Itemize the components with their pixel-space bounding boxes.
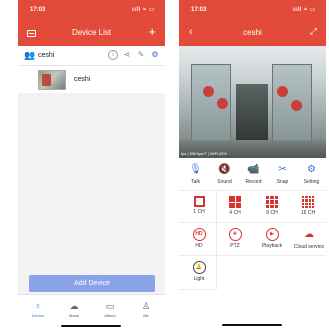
control-label: Cloud service [293,244,325,250]
nav-bar: Device List + [18,20,165,46]
stream-info: fps | 59Kbps/T | WiFi:25% [181,151,228,156]
1ch-button[interactable]: 1 CH [184,195,214,215]
control-panel: 🎙 Talk 🔇 Sound 📹 Record ✂ Snap ⚙ Setting… [179,158,326,331]
tab-label: Alarm [68,313,80,318]
tab-label: Album [104,313,116,318]
divider [179,289,217,290]
control-label: PTZ [230,243,240,249]
divider [179,222,326,223]
gear-icon: ⚙ [307,164,316,175]
page-title: Device List [71,28,112,37]
tab-me[interactable]: ♙ Me [134,301,158,318]
status-time: 17:03 [30,7,46,13]
grid-9-icon [266,196,278,208]
tab-device[interactable]: ♀ Device [26,301,50,318]
person-icon: ♙ [141,301,151,311]
control-label: 1 CH [193,209,205,215]
9ch-button[interactable]: 9 CH [257,195,287,216]
cloud-icon: ☁ [304,229,314,240]
lantern-decoration [203,86,214,97]
divider [179,255,326,256]
tab-album[interactable]: ▭ Album [98,301,122,318]
album-icon: ▭ [105,301,115,311]
tab-label: Device [31,313,45,318]
live-view-screen: 17:03 ııll ≈ ▭ ‹ ceshi ⤢ fps | 59Kbps/T … [179,0,326,331]
grid-16-icon [302,196,314,208]
page-title: ceshi [243,28,262,37]
gear-icon[interactable]: ⚙ [150,50,160,60]
control-label: Light [193,276,205,282]
sound-button[interactable]: 🔇 Sound [210,163,239,185]
setting-button[interactable]: ⚙ Setting [297,163,326,185]
16ch-button[interactable]: 16 CH [293,195,323,216]
ptz-button[interactable]: ✥ PTZ [220,228,250,249]
divider [179,190,326,191]
hallway [236,84,268,144]
home-indicator [61,325,121,327]
device-name: ceshi [74,76,91,83]
status-bar: 17:03 ııll ≈ ▭ [179,0,326,20]
control-label: 4 CH [229,210,241,216]
light-button[interactable]: 🔔 Light [184,261,214,282]
control-label: 16 CH [300,210,316,216]
fullscreen-icon[interactable]: ⤢ [310,26,317,37]
device-list-screen: 17:03 ııll ≈ ▭ Device List + 👥 ceshi i ⋖… [18,0,165,331]
cloud-service-button[interactable]: ☁ Cloud service [293,228,325,250]
control-label: HD [195,243,203,249]
control-label: Playback [261,243,283,249]
bell-icon: 🔔 [192,261,206,274]
share-icon[interactable]: ⋖ [122,50,132,60]
info-icon[interactable]: i [108,50,118,60]
ptz-icon: ✥ [228,228,242,241]
device-row[interactable]: ceshi [18,66,165,93]
snap-button[interactable]: ✂ Snap [268,163,297,185]
lantern-decoration [291,100,302,111]
cloud-icon: ☁ [69,301,79,311]
control-label: 9 CH [266,210,278,216]
status-time: 17:03 [191,7,207,13]
hd-button[interactable]: HD HD [184,228,214,249]
speaker-muted-icon: 🔇 [218,164,231,175]
lantern-decoration [277,86,288,97]
grid-4-icon [229,196,241,208]
playback-button[interactable]: ▶ Playback [257,228,287,249]
status-indicators: ııll ≈ ▭ [293,7,316,13]
tab-bar: ♀ Device ☁ Alarm ▭ Album ♙ Me [18,294,165,331]
tab-label: Me [143,313,149,318]
status-bar: 17:03 ııll ≈ ▭ [18,0,165,20]
nav-bar: ‹ ceshi ⤢ [179,20,326,46]
single-view-icon [193,196,205,207]
play-icon: ▶ [265,228,279,241]
microphone-icon: 🎙 [189,164,202,175]
status-indicators: ııll ≈ ▭ [132,7,155,13]
control-label: Snap [276,179,289,185]
user-group-icon: 👥 [24,50,36,60]
divider [216,190,217,289]
add-device-button[interactable]: Add Device [29,275,155,292]
scissors-icon: ✂ [278,164,287,175]
talk-button[interactable]: 🎙 Talk [181,163,210,185]
control-label: Sound [217,179,232,185]
home-indicator [222,324,282,326]
control-label: Talk [191,179,200,185]
video-camera-icon: 📹 [247,164,260,175]
group-actions: i ⋖ ✎ ⚙ [108,50,160,60]
control-label: Setting [303,179,320,185]
record-button[interactable]: 📹 Record [239,163,268,185]
control-label: Record [245,179,262,185]
4ch-button[interactable]: 4 CH [220,195,250,216]
tab-alarm[interactable]: ☁ Alarm [62,301,86,318]
video-feed[interactable]: fps | 59Kbps/T | WiFi:25% [179,46,326,158]
person-pin-icon: ♀ [34,301,42,311]
edit-icon[interactable]: ✎ [136,50,146,60]
add-icon[interactable]: + [148,25,156,38]
hd-icon: HD [192,228,206,241]
group-name: ceshi [38,52,55,59]
device-thumbnail[interactable] [38,70,66,90]
device-group-row[interactable]: 👥 ceshi i ⋖ ✎ ⚙ [18,46,165,66]
lantern-decoration [217,98,228,109]
